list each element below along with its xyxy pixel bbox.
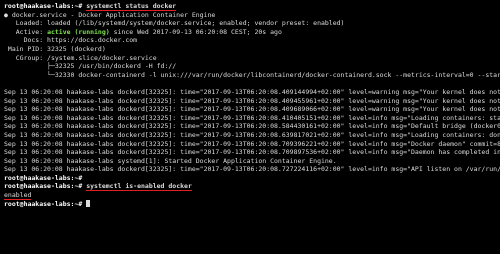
service-active-line: Active: active (running) since Wed 2017-…	[4, 28, 500, 37]
log-line: Sep 13 06:20:08 haakase-labs dockerd[323…	[4, 122, 500, 131]
shell-prompt: root@haakase-labs:~#	[4, 199, 83, 208]
cgroup-process-containerd: └─32330 docker-containerd -l unix:///var…	[47, 70, 500, 79]
is-enabled-output: enabled	[4, 191, 500, 200]
service-header: ● docker.service - Docker Application Co…	[4, 10, 216, 19]
terminal-cursor	[86, 199, 91, 207]
active-label: Active: active (running)	[4, 27, 110, 36]
log-line: Sep 13 06:20:08 haakase-labs dockerd[323…	[4, 165, 500, 174]
active-since-text: since Wed 2017-09-13 06:20:08 CEST; 20s …	[109, 27, 282, 36]
log-line: Sep 13 06:20:08 haakase-labs dockerd[323…	[4, 105, 500, 114]
prompt-line-1: root@haakase-labs:~# systemctl status do…	[4, 2, 500, 11]
service-loaded-line: Loaded: loaded (/lib/systemd/system/dock…	[4, 19, 345, 28]
log-line: Sep 13 06:20:08 haakase-labs systemd[1]:…	[4, 156, 337, 165]
active-status-value: active (running)	[47, 27, 110, 36]
command-status-docker: systemctl status docker	[86, 2, 177, 11]
service-cgroup-line: CGroup: /system.slice/docker.service	[4, 53, 157, 62]
command-is-enabled-docker: systemctl is-enabled docker	[86, 182, 192, 192]
service-docs-line: Docs: https://docs.docker.com	[4, 36, 138, 45]
log-line: Sep 13 06:20:08 haakase-labs dockerd[323…	[4, 113, 500, 122]
log-line: Sep 13 06:20:08 haakase-labs dockerd[323…	[4, 130, 500, 139]
shell-prompt: root@haakase-labs:~#	[4, 2, 83, 10]
log-line: Sep 13 06:20:08 haakase-labs dockerd[323…	[4, 96, 500, 105]
prompt-line-3: root@haakase-labs:~# systemctl is-enable…	[4, 182, 500, 192]
log-line: Sep 13 06:20:08 haakase-labs dockerd[323…	[4, 148, 500, 157]
shell-prompt: root@haakase-labs:~#	[4, 182, 83, 191]
prompt-line-2: root@haakase-labs:~#	[4, 174, 500, 183]
terminal-window[interactable]: root@haakase-labs:~# systemctl status do…	[0, 0, 500, 254]
log-line: Sep 13 06:20:08 haakase-labs dockerd[323…	[4, 87, 500, 96]
cgroup-process-dockerd: ├─32325 /usr/bin/dockerd -H fd://	[4, 62, 177, 71]
service-mainpid-line: Main PID: 32325 (dockerd)	[4, 44, 106, 53]
shell-prompt: root@haakase-labs:~#	[4, 173, 83, 182]
log-line: Sep 13 06:20:08 haakase-labs dockerd[323…	[4, 139, 500, 148]
enabled-result: enabled	[4, 191, 32, 200]
prompt-line-4[interactable]: root@haakase-labs:~#	[4, 199, 500, 209]
